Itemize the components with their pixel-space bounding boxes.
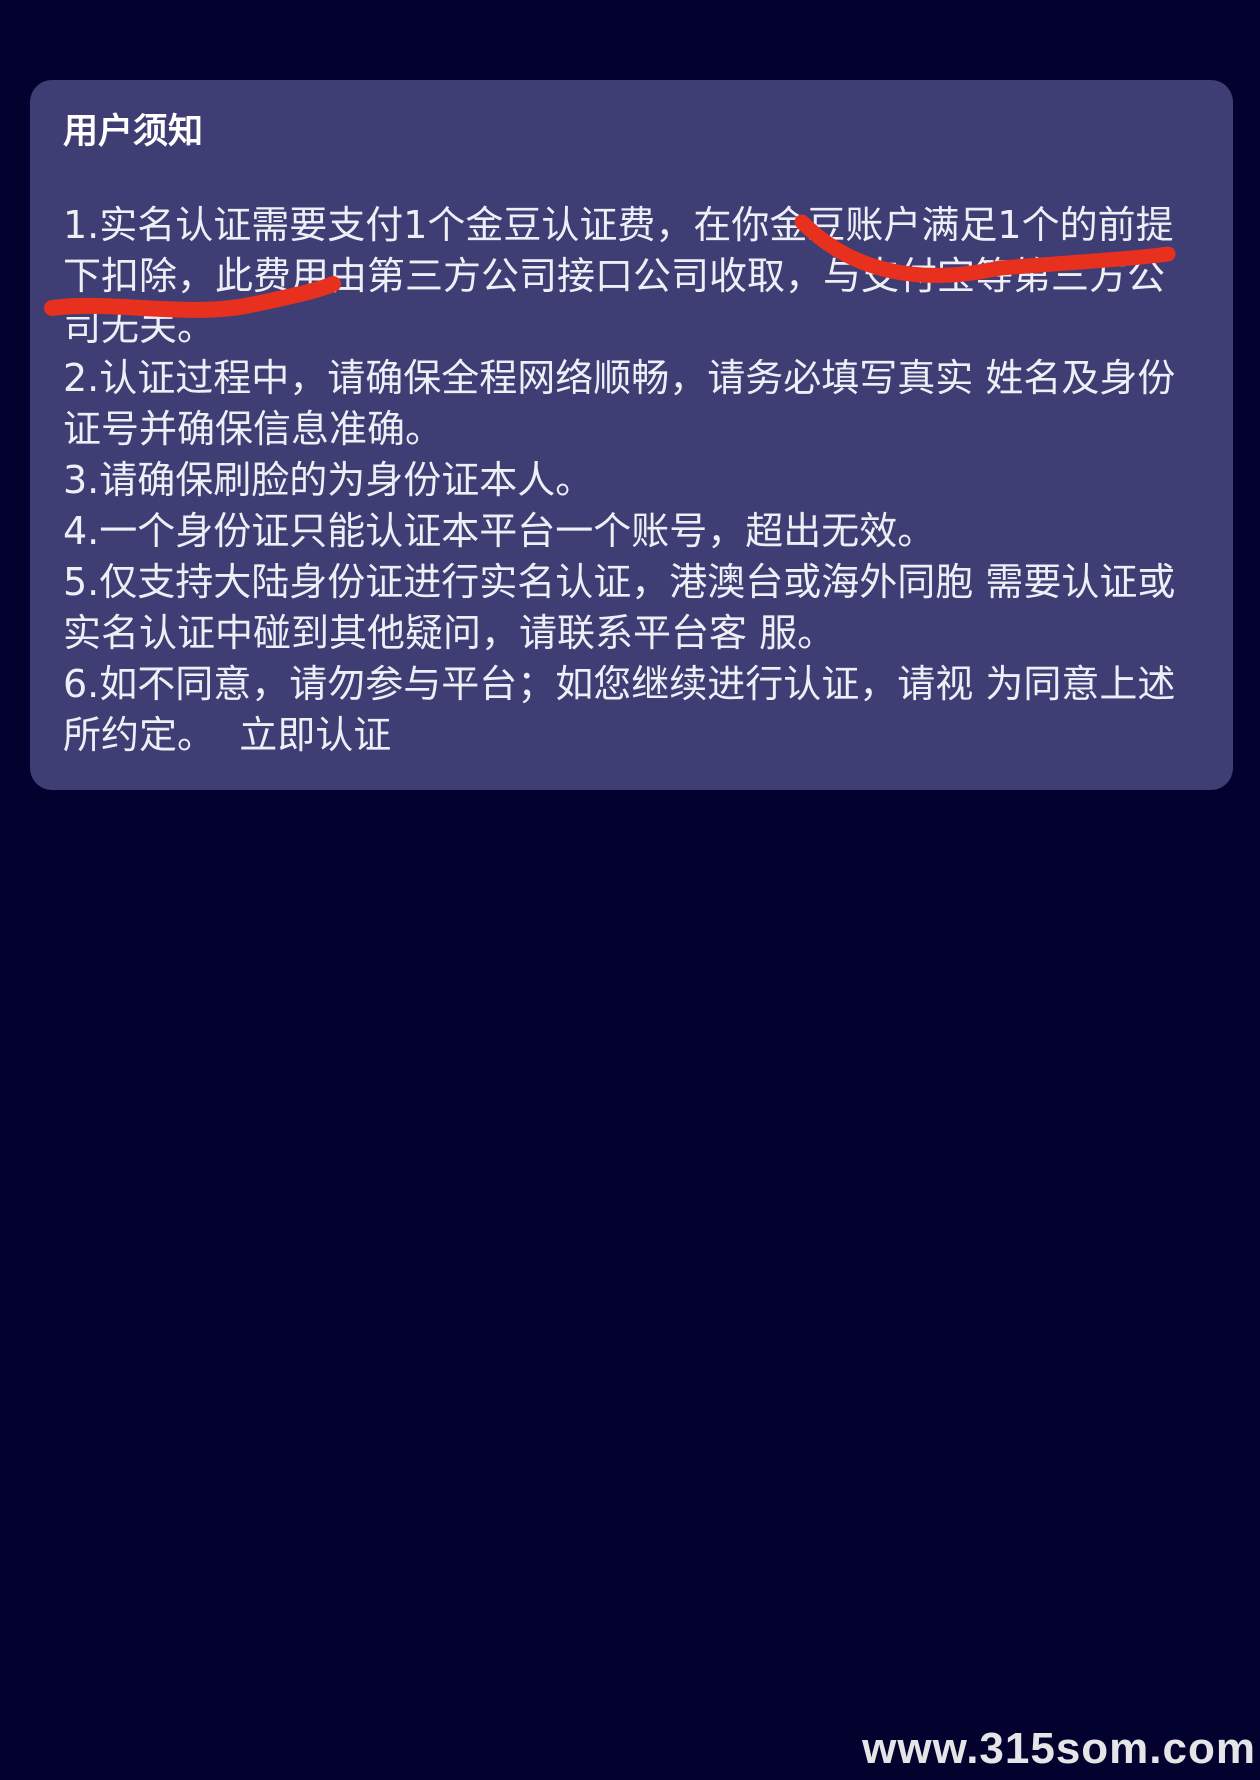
notice-title: 用户须知 — [63, 112, 204, 152]
user-notice-card: 用户须知 1.实名认证需要支付1个金豆认证费，在你金豆账户满足1个的前提下扣除，… — [30, 80, 1233, 790]
notice-item-1: 1.实名认证需要支付1个金豆认证费，在你金豆账户满足1个的前提下扣除，此费用由第… — [63, 203, 1174, 349]
notice-item-2: 2.认证过程中，请确保全程网络顺畅，请务必填写真实 姓名及身份证号并确保信息准确… — [63, 356, 1176, 451]
verify-now-link[interactable]: 立即认证 — [239, 713, 391, 757]
notice-body: 1.实名认证需要支付1个金豆认证费，在你金豆账户满足1个的前提下扣除，此费用由第… — [63, 200, 1199, 761]
notice-item-3: 3.请确保刷脸的为身份证本人。 — [63, 458, 594, 502]
watermark-text: www.315som.com — [862, 1724, 1256, 1773]
notice-item-4: 4.一个身份证只能认证本平台一个账号，超出无效。 — [63, 509, 936, 553]
notice-item-6-row: 6.如不同意，请勿参与平台；如您继续进行认证，请视 为同意上述所约定。 立即认证 — [63, 659, 1199, 761]
notice-gap — [215, 713, 239, 757]
notice-item-5: 5.仅支持大陆身份证进行实名认证，港澳台或海外同胞 需要认证或实名认证中碰到其他… — [63, 560, 1176, 655]
